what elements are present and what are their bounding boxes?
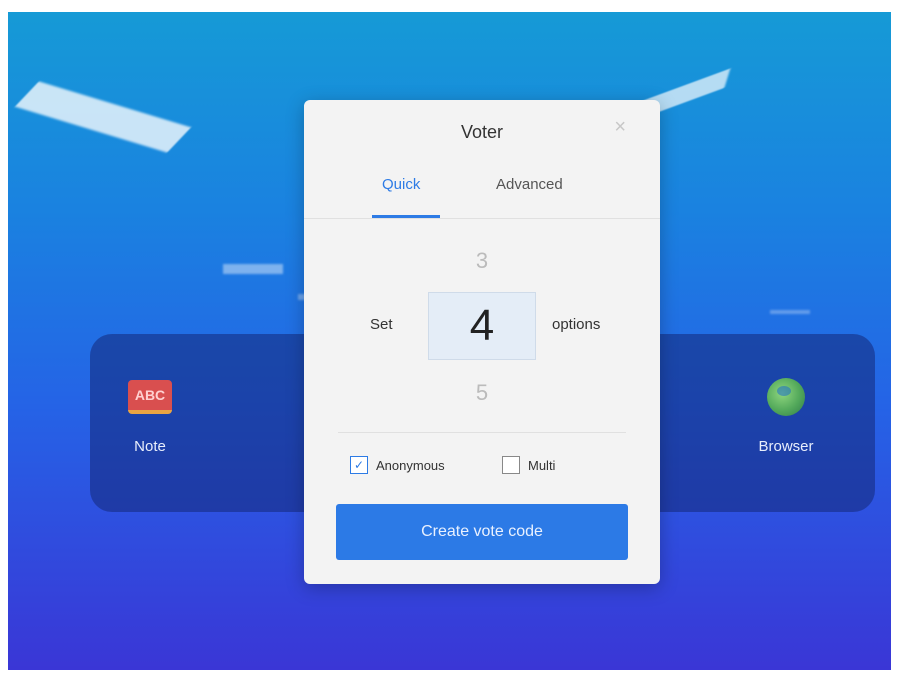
active-tab-indicator [372,215,440,218]
picker-suffix-label: options [552,316,601,333]
light-reflection [14,81,192,153]
divider [338,432,626,433]
globe-browser-icon [767,378,805,416]
option-count-picker[interactable]: 4 [428,292,536,360]
dock-app-label: Note [134,438,166,455]
voter-dialog: Voter × Quick Advanced 3 Set 4 options 5… [304,100,660,584]
dock-app-note[interactable]: ABC Note [100,378,200,455]
tab-advanced[interactable]: Advanced [496,176,563,193]
checkbox-label: Multi [528,457,556,473]
checkbox-checked-icon: ✓ [350,456,368,474]
tab-quick[interactable]: Quick [382,176,420,193]
checkbox-unchecked-icon [502,456,520,474]
multi-checkbox[interactable]: Multi [502,456,555,474]
anonymous-checkbox[interactable]: ✓ Anonymous [350,456,445,474]
create-vote-code-button[interactable]: Create vote code [336,504,628,560]
picker-prefix-label: Set [370,316,393,333]
light-reflection [770,310,810,314]
dock-app-label: Browser [758,438,814,455]
note-app-icon: ABC [128,378,172,416]
picker-previous-value[interactable]: 3 [304,248,660,274]
dialog-title: Voter [460,122,504,142]
picker-next-value[interactable]: 5 [304,380,660,406]
dock-app-browser[interactable]: Browser [736,378,836,455]
close-icon[interactable]: × [614,116,626,139]
browser-app-icon [764,378,808,416]
tab-bar: Quick Advanced [304,176,660,219]
abc-note-icon: ABC [128,380,172,414]
checkbox-label: Anonymous [376,457,445,473]
light-reflection [223,264,283,274]
